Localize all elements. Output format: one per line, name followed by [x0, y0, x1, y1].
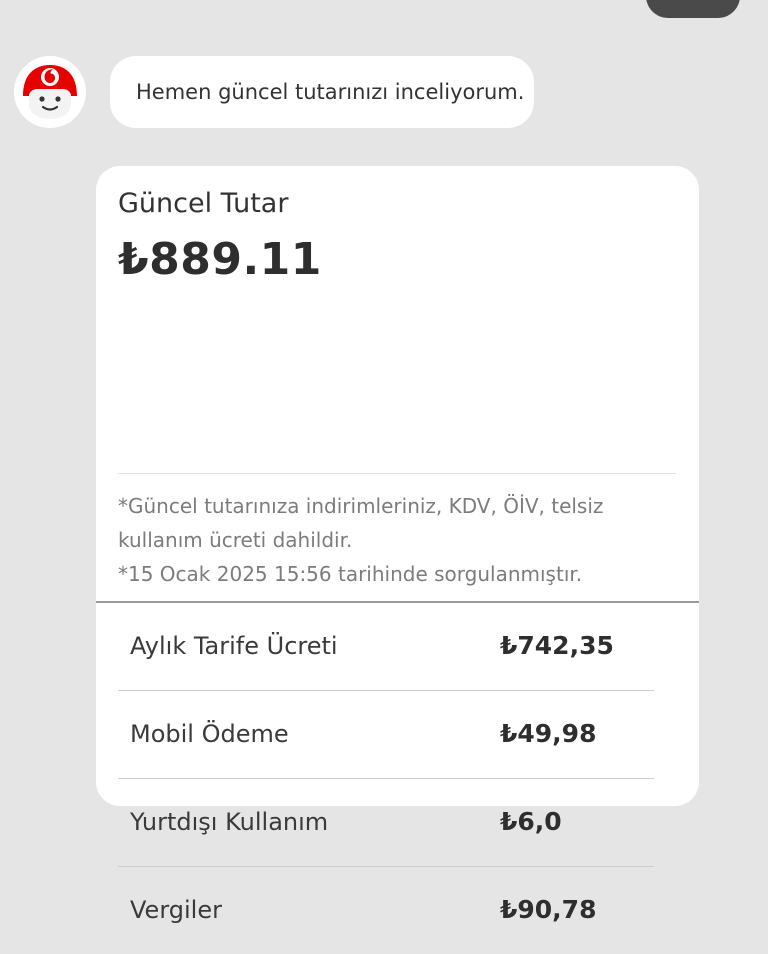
current-amount: ₺889.11 — [118, 234, 322, 285]
card-notes: *Güncel tutarınıza indirimleriniz, KDV, … — [118, 489, 638, 591]
query-date-note: *15 Ocak 2025 15:56 tarihinde sorgulanmı… — [118, 562, 583, 586]
current-amount-card: Güncel Tutar ₺889.11 *Güncel tutarınıza … — [96, 166, 699, 924]
charge-row-mobile-payment: Mobil Ödeme ₺49,98 — [118, 691, 654, 779]
divider — [118, 473, 676, 474]
charge-row-monthly-tariff: Aylık Tarife Ücreti ₺742,35 — [118, 603, 654, 691]
card-title: Güncel Tutar — [118, 188, 289, 219]
bot-message-text: Hemen güncel tutarınızı inceliyorum. — [136, 80, 525, 104]
card-header: Güncel Tutar ₺889.11 — [118, 184, 676, 288]
charge-value: ₺742,35 — [500, 631, 614, 660]
charge-row-roaming: Yurtdışı Kullanım ₺6,0 — [118, 779, 654, 867]
note-line: *Güncel tutarınıza indirimleriniz, KDV, … — [118, 494, 604, 518]
charge-row-taxes: Vergiler ₺90,78 — [118, 867, 654, 954]
charge-label: Mobil Ödeme — [130, 720, 289, 748]
vodafone-mascot-icon — [14, 56, 86, 128]
user-message-bubble — [646, 0, 740, 18]
charge-label: Vergiler — [130, 896, 222, 924]
charge-value: ₺6,0 — [500, 807, 562, 836]
charge-label: Yurtdışı Kullanım — [130, 808, 329, 836]
charge-breakdown-list: Aylık Tarife Ücreti ₺742,35 Mobil Ödeme … — [118, 603, 654, 954]
charge-label: Aylık Tarife Ücreti — [130, 632, 338, 660]
bot-message-bubble: Hemen güncel tutarınızı inceliyorum. — [110, 56, 534, 128]
charge-value: ₺90,78 — [500, 895, 597, 924]
note-line: kullanım ücreti dahildir. — [118, 528, 353, 552]
charge-value: ₺49,98 — [500, 719, 597, 748]
